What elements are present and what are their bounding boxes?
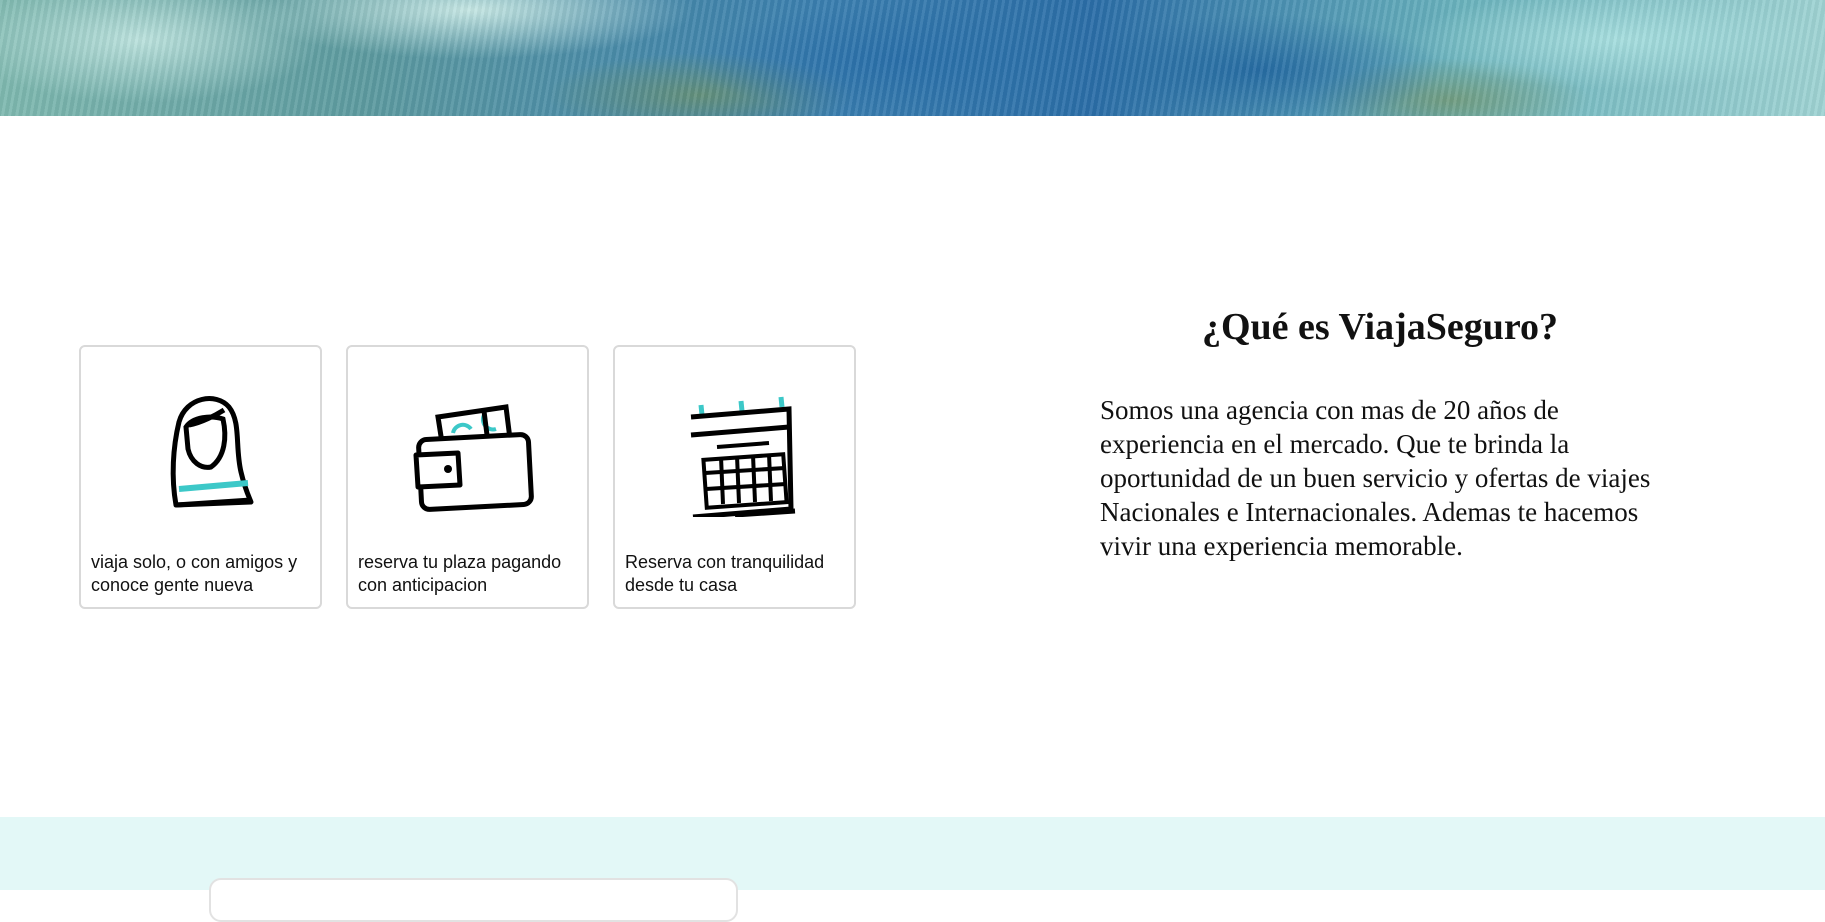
- feature-text-reserve: reserva tu plaza pagando con anticipacio…: [358, 552, 562, 595]
- next-section: [0, 817, 1825, 922]
- calendar-icon: [690, 396, 795, 517]
- about-body: Somos una agencia con mas de 20 años de …: [1100, 395, 1651, 561]
- feature-text-travel: viaja solo, o con amigos y conoce gente …: [91, 552, 298, 595]
- feature-card-home: Reserva con tranquilidad desde tu casa: [613, 345, 856, 609]
- feature-card-reserve: reserva tu plaza pagando con anticipacio…: [346, 345, 589, 609]
- wallet-icon: [413, 404, 534, 512]
- hero-banner: [0, 0, 1825, 116]
- woman-icon: [170, 396, 253, 508]
- feature-text-home: Reserva con tranquilidad desde tu casa: [625, 552, 825, 595]
- about-title: ¿Qué es ViajaSeguro?: [1201, 306, 1559, 348]
- about-section: ¿Qué es ViajaSeguro? Somos una agencia c…: [1100, 305, 1660, 563]
- feature-card-travel: viaja solo, o con amigos y conoce gente …: [79, 345, 322, 609]
- next-section-card: [209, 878, 738, 922]
